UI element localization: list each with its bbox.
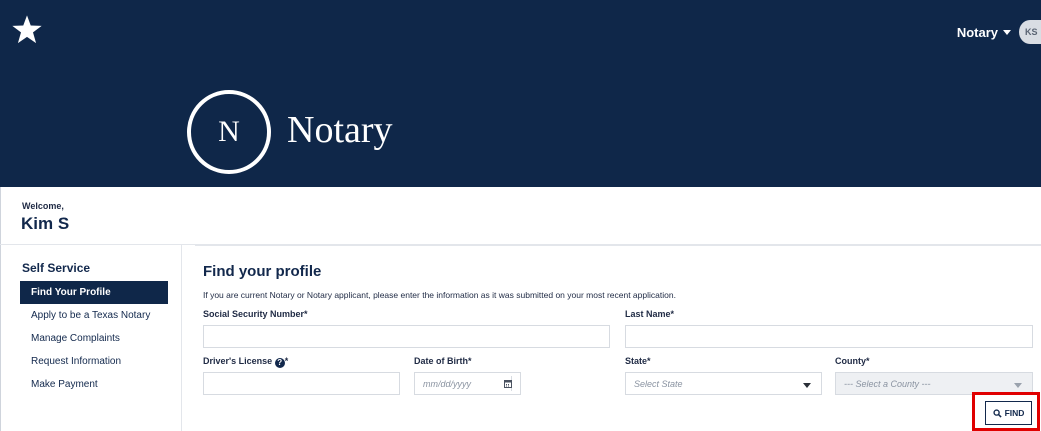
search-icon [992, 408, 1002, 418]
notary-logo: N Notary [187, 90, 393, 174]
state-placeholder: Select State [634, 378, 683, 389]
dob-placeholder: mm/dd/yyyy [423, 378, 472, 389]
required-mark: * [647, 356, 651, 366]
sidebar: Self Service Find Your Profile Apply to … [0, 245, 182, 431]
question-circle-icon[interactable]: ? [274, 358, 285, 368]
ssn-label-text: Social Security Number [203, 309, 305, 319]
sidebar-item-find-your-profile[interactable]: Find Your Profile [20, 281, 168, 304]
required-mark: * [866, 356, 870, 366]
find-button-label: FIND [1004, 408, 1025, 418]
avatar[interactable]: KS [1019, 20, 1041, 44]
dob-label: Date of Birth* [414, 356, 472, 366]
drivers-license-label-text: Driver's License [203, 356, 273, 366]
page-title: Find your profile [203, 263, 322, 280]
dob-input[interactable]: mm/dd/yyyy [414, 372, 521, 395]
user-menu-label: Notary [956, 24, 998, 40]
chevron-down-icon [803, 383, 811, 388]
welcome-banner: Welcome, Kim S [0, 187, 1041, 245]
last-name-input[interactable] [625, 325, 1033, 348]
sidebar-item-apply-notary[interactable]: Apply to be a Texas Notary [20, 304, 168, 327]
drivers-license-label: Driver's License ? * [203, 356, 288, 368]
find-button[interactable]: FIND [985, 401, 1032, 425]
welcome-user-name: Kim S [21, 214, 70, 233]
required-mark: * [284, 356, 289, 366]
site-header: Notary KS N Notary [0, 0, 1041, 187]
star-icon[interactable] [11, 14, 43, 46]
user-menu[interactable]: Notary KS [957, 20, 1041, 44]
find-profile-form: Find your profile If you are current Not… [195, 245, 1041, 431]
welcome-label: Welcome, [22, 201, 64, 211]
sidebar-title: Self Service [22, 261, 91, 275]
sidebar-item-manage-complaints[interactable]: Manage Complaints [20, 327, 168, 350]
county-placeholder: --- Select a County --- [844, 378, 931, 389]
form-instructions: If you are current Notary or Notary appl… [203, 290, 676, 300]
calendar-icon[interactable] [504, 379, 512, 388]
ssn-input[interactable] [203, 325, 610, 348]
sidebar-nav: Find Your Profile Apply to be a Texas No… [20, 281, 168, 396]
drivers-license-input[interactable] [203, 372, 400, 395]
state-select[interactable]: Select State [625, 372, 822, 395]
last-name-label: Last Name* [625, 309, 674, 319]
sidebar-item-make-payment[interactable]: Make Payment [20, 373, 168, 396]
required-mark: * [468, 356, 472, 366]
state-label: State* [625, 356, 651, 366]
county-label-text: County [835, 356, 866, 366]
ssn-label: Social Security Number* [203, 309, 308, 319]
caret-down-icon [1003, 29, 1011, 35]
dob-label-text: Date of Birth [414, 356, 468, 366]
county-label: County* [835, 356, 870, 366]
logo-text: Notary [287, 109, 393, 151]
sidebar-item-request-information[interactable]: Request Information [20, 350, 168, 373]
required-mark: * [670, 309, 675, 319]
required-mark: * [304, 309, 308, 319]
state-label-text: State [625, 356, 648, 366]
logo-circle: N [187, 90, 271, 174]
chevron-down-icon [1014, 383, 1022, 388]
last-name-label-text: Last Name [625, 309, 671, 319]
